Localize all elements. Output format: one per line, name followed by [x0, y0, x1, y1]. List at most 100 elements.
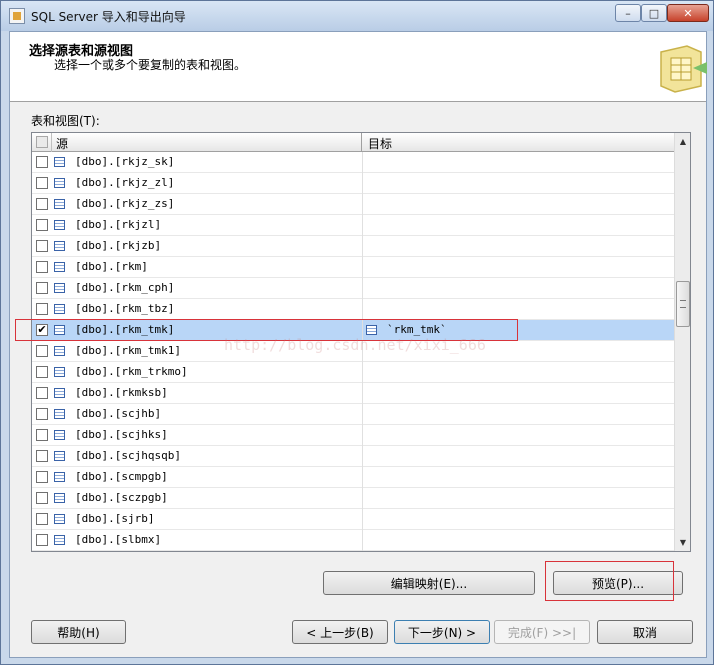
- source-table-name: [dbo].[rkm_tmk1]: [75, 344, 181, 357]
- column-divider: [362, 215, 363, 236]
- column-divider: [362, 383, 363, 404]
- column-divider: [362, 362, 363, 383]
- table-row[interactable]: [dbo].[rkjz_sk]: [32, 152, 674, 173]
- table-icon: [54, 409, 65, 419]
- row-checkbox[interactable]: [36, 261, 48, 273]
- table-row[interactable]: [dbo].[rkm_trkmo]: [32, 362, 674, 383]
- column-divider: [362, 488, 363, 509]
- table-row[interactable]: [dbo].[slbmx]: [32, 530, 674, 551]
- row-checkbox[interactable]: [36, 198, 48, 210]
- column-divider: [362, 404, 363, 425]
- table-icon: [54, 199, 65, 209]
- row-checkbox[interactable]: [36, 387, 48, 399]
- source-table-name: [dbo].[rkm_tmk]: [75, 323, 175, 336]
- vertical-scrollbar[interactable]: ▲ ▼: [674, 133, 690, 551]
- table-row[interactable]: [dbo].[scjhqsqb]: [32, 446, 674, 467]
- source-table-name: [dbo].[rkjz_zl]: [75, 176, 175, 189]
- table-icon: [54, 493, 65, 503]
- finish-button[interactable]: 完成(F) >>|: [494, 620, 590, 644]
- row-checkbox[interactable]: [36, 156, 48, 168]
- table-row[interactable]: [dbo].[rkjz_zl]: [32, 173, 674, 194]
- column-divider: [362, 467, 363, 488]
- select-all-checkbox-box[interactable]: [36, 136, 48, 148]
- select-all-checkbox[interactable]: [32, 133, 52, 152]
- window-title: SQL Server 导入和导出向导: [31, 10, 186, 24]
- preview-button[interactable]: 预览(P)...: [553, 571, 683, 595]
- row-checkbox[interactable]: [36, 345, 48, 357]
- wizard-table-icon: [660, 45, 707, 93]
- table-row[interactable]: [dbo].[rkm]: [32, 257, 674, 278]
- row-checkbox[interactable]: [36, 492, 48, 504]
- table-row-selected[interactable]: ✔ [dbo].[rkm_tmk] `rkm_tmk`: [32, 320, 674, 341]
- table-icon: [54, 535, 65, 545]
- table-icon: [54, 430, 65, 440]
- column-divider: [362, 425, 363, 446]
- column-divider: [362, 299, 363, 320]
- row-checkbox[interactable]: [36, 534, 48, 546]
- edit-mappings-button[interactable]: 编辑映射(E)...: [323, 571, 535, 595]
- table-row[interactable]: [dbo].[rkm_tbz]: [32, 299, 674, 320]
- table-row[interactable]: [dbo].[rkjzb]: [32, 236, 674, 257]
- row-checkbox[interactable]: [36, 219, 48, 231]
- table-row[interactable]: [dbo].[rkjz_zs]: [32, 194, 674, 215]
- row-checkbox[interactable]: [36, 408, 48, 420]
- table-icon: [54, 262, 65, 272]
- table-row[interactable]: [dbo].[sczpgb]: [32, 488, 674, 509]
- close-button[interactable]: ✕: [667, 4, 709, 22]
- column-divider: [362, 173, 363, 194]
- table-row[interactable]: [dbo].[rkm_tmk1]: [32, 341, 674, 362]
- row-checkbox-checked[interactable]: ✔: [36, 324, 48, 336]
- source-table-name: [dbo].[slbmx]: [75, 533, 162, 546]
- table-icon: [54, 451, 65, 461]
- column-divider: [362, 152, 363, 173]
- source-table-name: [dbo].[scjhqsqb]: [75, 449, 181, 462]
- table-icon: [54, 220, 65, 230]
- grid-header: 源 目标: [32, 133, 674, 152]
- table-row[interactable]: [dbo].[scmpgb]: [32, 467, 674, 488]
- tables-grid[interactable]: 源 目标 [dbo].[rkjz_sk] [dbo].[rkjz_zl] [db…: [31, 132, 691, 552]
- column-divider: [362, 509, 363, 530]
- table-icon: [54, 346, 65, 356]
- column-divider: [362, 194, 363, 215]
- table-row[interactable]: [dbo].[scjhb]: [32, 404, 674, 425]
- maximize-button[interactable]: □: [641, 4, 667, 22]
- next-button[interactable]: 下一步(N) >: [394, 620, 490, 644]
- cancel-button[interactable]: 取消: [597, 620, 693, 644]
- back-button[interactable]: < 上一步(B): [292, 620, 388, 644]
- wizard-body: 选择源表和源视图 选择一个或多个要复制的表和视图。 表和视图(T): 源 目标: [9, 31, 707, 658]
- row-checkbox[interactable]: [36, 471, 48, 483]
- table-icon: [54, 472, 65, 482]
- help-button[interactable]: 帮助(H): [31, 620, 126, 644]
- source-table-name: [dbo].[scmpgb]: [75, 470, 168, 483]
- source-table-name: [dbo].[rkm_cph]: [75, 281, 175, 294]
- table-row[interactable]: [dbo].[rkjzl]: [32, 215, 674, 236]
- table-icon: [54, 178, 65, 188]
- column-header-source[interactable]: 源: [52, 133, 362, 152]
- row-checkbox[interactable]: [36, 366, 48, 378]
- row-checkbox[interactable]: [36, 177, 48, 189]
- source-table-name: [dbo].[sjrb]: [75, 512, 155, 525]
- row-checkbox[interactable]: [36, 513, 48, 525]
- table-icon: [54, 514, 65, 524]
- target-table-name[interactable]: `rkm_tmk`: [387, 323, 447, 336]
- row-checkbox[interactable]: [36, 450, 48, 462]
- table-row[interactable]: [dbo].[rkmksb]: [32, 383, 674, 404]
- scroll-down-arrow-icon[interactable]: ▼: [675, 534, 690, 551]
- minimize-button[interactable]: –: [615, 4, 641, 22]
- scroll-up-arrow-icon[interactable]: ▲: [675, 133, 690, 150]
- wizard-header: 选择源表和源视图 选择一个或多个要复制的表和视图。: [10, 32, 707, 102]
- row-checkbox[interactable]: [36, 282, 48, 294]
- table-icon: [54, 325, 65, 335]
- table-row[interactable]: [dbo].[rkm_cph]: [32, 278, 674, 299]
- scrollbar-thumb[interactable]: [676, 281, 690, 327]
- source-table-name: [dbo].[sczpgb]: [75, 491, 168, 504]
- row-checkbox[interactable]: [36, 240, 48, 252]
- row-checkbox[interactable]: [36, 303, 48, 315]
- table-icon: [54, 241, 65, 251]
- row-checkbox[interactable]: [36, 429, 48, 441]
- table-row[interactable]: [dbo].[sjrb]: [32, 509, 674, 530]
- source-table-name: [dbo].[rkmksb]: [75, 386, 168, 399]
- column-header-target[interactable]: 目标: [362, 133, 674, 152]
- source-table-name: [dbo].[rkjz_sk]: [75, 155, 175, 168]
- table-row[interactable]: [dbo].[scjhks]: [32, 425, 674, 446]
